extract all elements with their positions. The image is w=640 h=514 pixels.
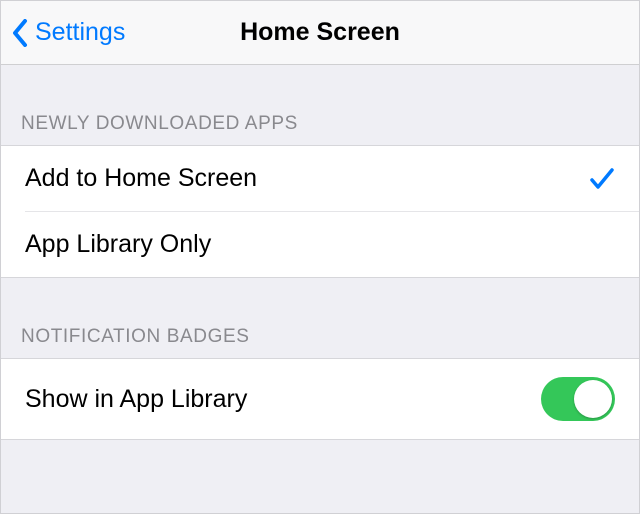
option-label: App Library Only — [25, 230, 211, 259]
back-button[interactable]: Settings — [11, 1, 125, 64]
group-new-apps: Add to Home Screen App Library Only — [1, 145, 639, 278]
toggle-knob — [574, 380, 612, 418]
row-label: Show in App Library — [25, 385, 247, 414]
chevron-back-icon — [11, 18, 29, 48]
back-label: Settings — [35, 18, 125, 47]
toggle-show-in-app-library[interactable] — [541, 377, 615, 421]
section-header-new-apps: NEWLY DOWNLOADED APPS — [1, 65, 639, 145]
nav-bar: Settings Home Screen — [1, 1, 639, 65]
option-add-to-home-screen[interactable]: Add to Home Screen — [1, 146, 639, 211]
section-header-badges: NOTIFICATION BADGES — [1, 278, 639, 358]
checkmark-icon — [585, 167, 615, 191]
row-show-in-app-library: Show in App Library — [1, 359, 639, 439]
option-app-library-only[interactable]: App Library Only — [1, 212, 639, 277]
group-badges: Show in App Library — [1, 358, 639, 440]
option-label: Add to Home Screen — [25, 164, 257, 193]
